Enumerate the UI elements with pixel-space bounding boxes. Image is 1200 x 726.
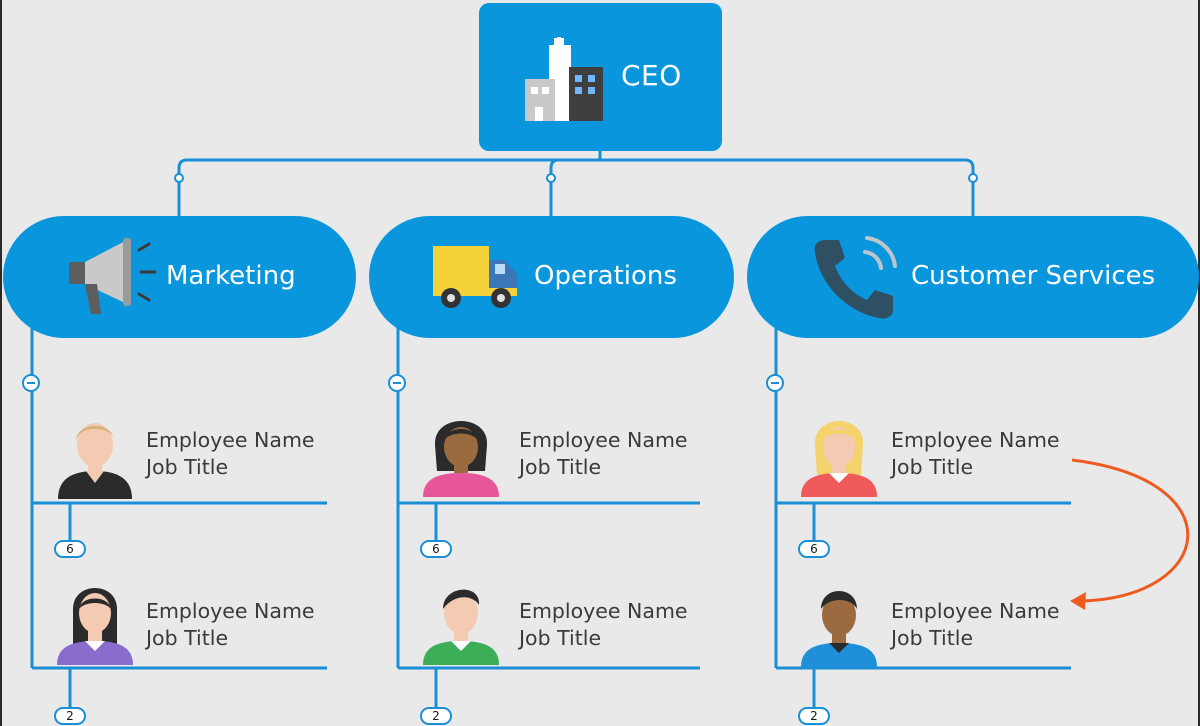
office-buildings-icon (525, 37, 603, 121)
department-node-customer-services[interactable]: Customer Services (747, 216, 1199, 338)
department-node-marketing[interactable]: Marketing (3, 216, 356, 338)
expand-count-badge[interactable]: 2 (798, 707, 830, 725)
department-label-marketing: Marketing (166, 261, 296, 291)
avatar-female-icon (423, 421, 499, 497)
employee-card-customer-services-1[interactable]: Employee Name Job Title (891, 427, 1060, 481)
collapse-toggle-customer-services[interactable] (766, 374, 784, 392)
employee-title: Job Title (891, 455, 974, 479)
bus-node (546, 173, 556, 183)
badge-count: 2 (432, 709, 440, 723)
employee-title: Job Title (519, 626, 602, 650)
left-edge (0, 0, 2, 726)
employee-title: Job Title (146, 455, 229, 479)
badge-count: 6 (66, 542, 74, 556)
bus-node (968, 173, 978, 183)
employee-title: Job Title (519, 455, 602, 479)
department-label-operations: Operations (534, 261, 677, 291)
delivery-truck-icon (433, 246, 517, 308)
badge-count: 6 (432, 542, 440, 556)
employee-name: Employee Name (519, 428, 688, 452)
ceo-node[interactable]: CEO (479, 3, 722, 151)
employee-card-marketing-1[interactable]: Employee Name Job Title (146, 427, 315, 481)
avatar-male-icon (58, 423, 132, 499)
avatar-female-icon (801, 421, 877, 497)
bus-node (174, 173, 184, 183)
employee-card-customer-services-2[interactable]: Employee Name Job Title (891, 598, 1060, 652)
employee-title: Job Title (146, 626, 229, 650)
collapse-toggle-operations[interactable] (388, 374, 406, 392)
department-label-customer-services: Customer Services (911, 261, 1156, 291)
org-chart-canvas: 6 2 6 2 6 2 CEO Marketing Operations Customer… (0, 0, 1200, 726)
employee-name: Employee Name (146, 599, 315, 623)
employee-title: Job Title (891, 626, 974, 650)
employee-name: Employee Name (519, 599, 688, 623)
expand-count-badge[interactable]: 6 (420, 540, 452, 558)
megaphone-icon (69, 238, 157, 314)
employee-name: Employee Name (146, 428, 315, 452)
move-arrow (1070, 458, 1190, 610)
badge-count: 6 (810, 542, 818, 556)
employee-card-operations-2[interactable]: Employee Name Job Title (519, 598, 688, 652)
employee-name: Employee Name (891, 428, 1060, 452)
expand-count-badge[interactable]: 2 (54, 707, 86, 725)
ceo-label: CEO (621, 59, 682, 92)
phone-icon (814, 236, 897, 319)
employee-card-marketing-2[interactable]: Employee Name Job Title (146, 598, 315, 652)
avatar-male-icon (801, 591, 877, 667)
badge-count: 2 (66, 709, 74, 723)
badge-count: 2 (810, 709, 818, 723)
avatar-male-icon (423, 589, 499, 665)
department-node-operations[interactable]: Operations (369, 216, 734, 338)
employee-card-operations-1[interactable]: Employee Name Job Title (519, 427, 688, 481)
expand-count-badge[interactable]: 6 (54, 540, 86, 558)
avatar-female-icon (57, 588, 133, 665)
expand-count-badge[interactable]: 2 (420, 707, 452, 725)
expand-count-badge[interactable]: 6 (798, 540, 830, 558)
employee-name: Employee Name (891, 599, 1060, 623)
collapse-toggle-marketing[interactable] (22, 374, 40, 392)
